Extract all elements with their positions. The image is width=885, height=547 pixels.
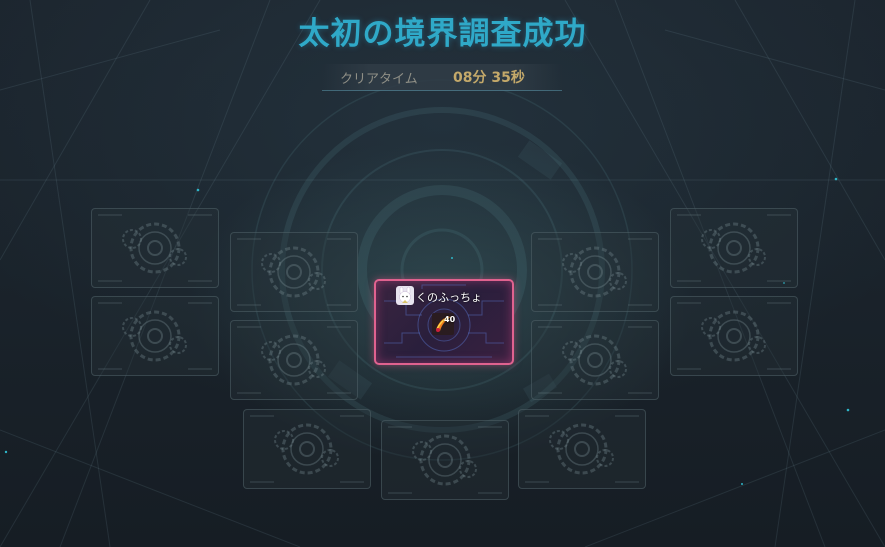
gear-icon <box>98 302 212 370</box>
empty-slot <box>243 409 371 489</box>
empty-slot <box>230 320 358 400</box>
clear-time-label: クリアタイム <box>340 72 418 87</box>
gear-icon <box>98 214 212 282</box>
empty-slot <box>518 409 646 489</box>
player-avatar <box>396 286 414 305</box>
gear-icon <box>250 415 364 483</box>
gear-icon <box>538 326 652 394</box>
empty-slot <box>670 208 798 288</box>
empty-slot <box>91 296 219 376</box>
clear-time-value: 08分 35秒 <box>453 70 525 86</box>
empty-slot <box>531 320 659 400</box>
gear-icon <box>388 426 502 494</box>
gear-icon <box>677 302 791 370</box>
empty-slot <box>91 208 219 288</box>
bunny-icon <box>399 286 411 303</box>
empty-slot <box>531 232 659 312</box>
page-title: 太初の境界調査成功 <box>298 16 587 52</box>
clear-time-bar: クリアタイム 08分 35秒 <box>322 64 562 91</box>
gear-icon <box>237 238 351 306</box>
result-screen: 太初の境界調査成功 クリアタイム 08分 35秒 くのふっちょ 40 <box>0 0 885 547</box>
empty-slot <box>381 420 509 500</box>
empty-slot <box>670 296 798 376</box>
empty-slot <box>230 232 358 312</box>
gear-icon <box>525 415 639 483</box>
gear-icon <box>237 326 351 394</box>
gear-icon <box>677 214 791 282</box>
gear-icon <box>538 238 652 306</box>
player-reward-card[interactable]: くのふっちょ 40 <box>374 279 514 365</box>
player-name: くのふっちょ <box>416 291 482 304</box>
item-level-badge: 40 <box>444 315 456 324</box>
